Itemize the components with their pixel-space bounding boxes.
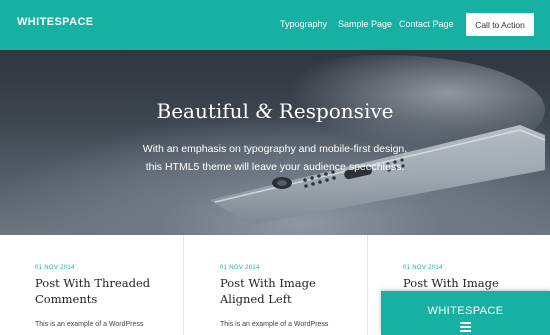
hero-banner: Beautiful & Responsive With an emphasis … [0,50,550,235]
mobile-site-logo[interactable]: WHITESPACE [381,305,550,317]
post-excerpt: This is an example of a WordPress [220,321,329,328]
hero-subtitle: With an emphasis on typography and mobil… [0,140,550,176]
post-card: 01 NOV 2014 Post With Threaded Comments … [0,235,183,335]
hero-subtitle-line1: With an emphasis on typography and mobil… [142,143,408,155]
site-header: WHITESPACE Typography Sample Page Contac… [0,0,550,50]
nav-item-typography[interactable]: Typography [280,19,327,29]
post-title-link[interactable]: Post With Threaded Comments [35,275,170,307]
hero-title-ampersand: & [255,98,273,123]
hero-title-part2: Responsive [272,99,394,123]
hero-title-part1: Beautiful [156,99,256,123]
post-title-link[interactable]: Post With Image Aligned Left [220,275,355,307]
post-title-link[interactable]: Post With Image [403,275,538,291]
hero-title: Beautiful & Responsive [0,98,550,124]
mobile-header-preview: WHITESPACE [381,291,550,335]
post-card: 01 NOV 2014 Post With Image Aligned Left… [183,235,367,335]
hamburger-menu-icon[interactable] [460,322,471,332]
post-date: 01 NOV 2014 [220,265,260,271]
nav-item-contact-page[interactable]: Contact Page [399,19,454,29]
hero-subtitle-line2: this HTML5 theme will leave your audienc… [145,161,405,173]
nav-item-sample-page[interactable]: Sample Page [338,19,392,29]
post-date: 01 NOV 2014 [35,265,75,271]
post-excerpt: This is an example of a WordPress [35,321,144,328]
post-date: 01 NOV 2014 [403,265,443,271]
call-to-action-button[interactable]: Call to Action [466,13,534,36]
